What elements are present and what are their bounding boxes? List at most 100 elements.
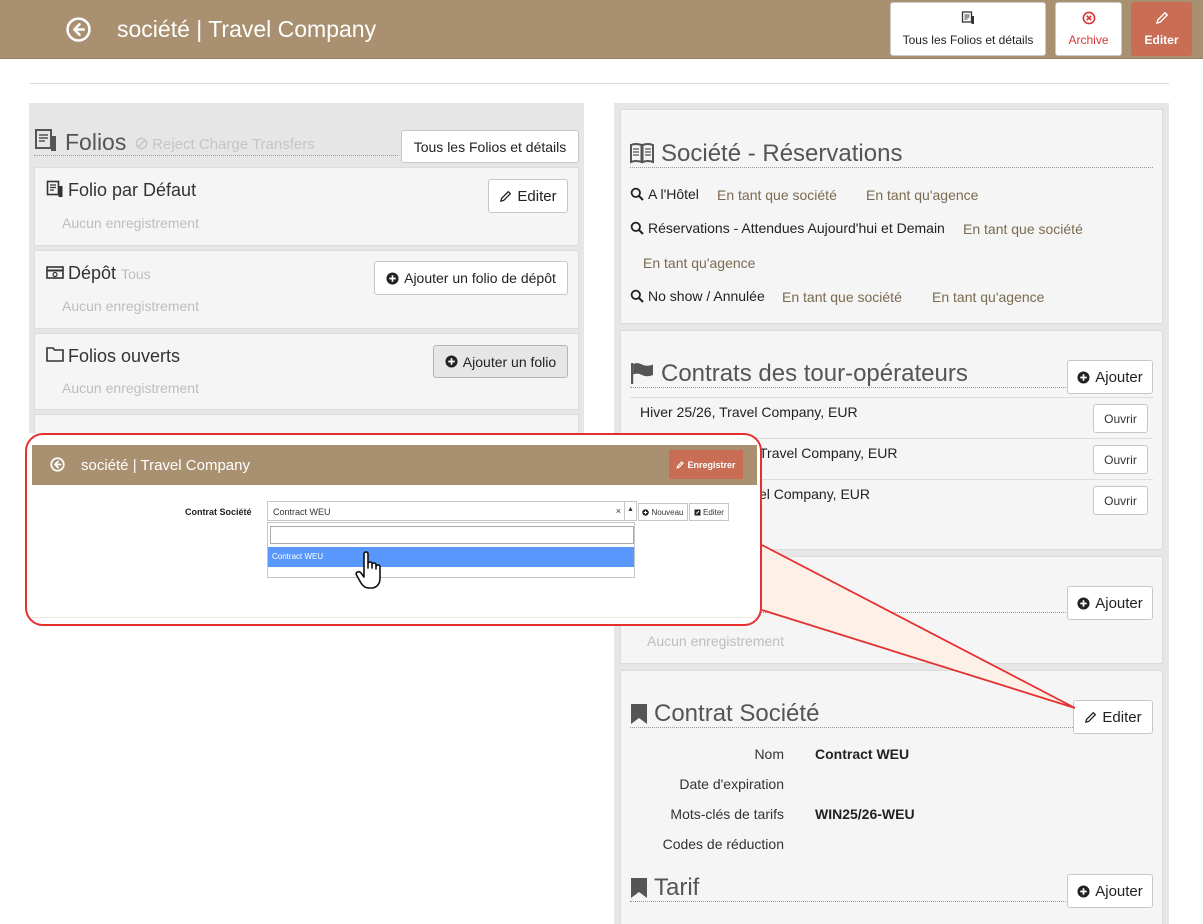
field-value-rate-keywords: WIN25/26-WEU bbox=[815, 806, 915, 822]
at-hotel-as-agency-link[interactable]: En tant qu'agence bbox=[866, 187, 978, 203]
edit-button[interactable]: Editer bbox=[1131, 2, 1192, 56]
default-folio-edit-button[interactable]: Editer bbox=[488, 179, 568, 213]
chevron-up-icon[interactable]: ▲ bbox=[624, 502, 636, 520]
dropdown-option[interactable]: Contract WEU bbox=[268, 547, 634, 567]
folios-title: Folios bbox=[65, 129, 127, 155]
callout-title: société | Travel Company bbox=[81, 457, 250, 474]
add-contract-label: Ajouter bbox=[1095, 368, 1143, 386]
reservations-header: Société - Réservations bbox=[630, 138, 1153, 168]
edit-contract-label: Editer bbox=[703, 507, 724, 517]
pencil-icon bbox=[1155, 11, 1168, 24]
add-deposit-folio-button[interactable]: Ajouter un folio de dépôt bbox=[374, 261, 568, 295]
add-folio-label: Ajouter un folio bbox=[462, 353, 557, 370]
dropdown-search-input[interactable] bbox=[270, 526, 634, 544]
all-folios-button[interactable]: Tous les Folios et détails bbox=[890, 2, 1046, 56]
closed-folios-panel bbox=[34, 414, 579, 434]
bookmark-icon bbox=[631, 878, 647, 898]
clear-icon[interactable]: × bbox=[616, 506, 621, 516]
edit-contract-button[interactable]: Editer bbox=[689, 503, 729, 521]
plus-circle-icon bbox=[1077, 596, 1090, 610]
company-contract-header: Contrat Société bbox=[630, 698, 1073, 728]
pencil-icon bbox=[1085, 711, 1097, 723]
company-contract-select[interactable]: Contract WEU × ▲ bbox=[267, 501, 637, 521]
add-hidden-label: Ajouter bbox=[1095, 594, 1143, 612]
add-contract-button[interactable]: Ajouter bbox=[1067, 360, 1153, 394]
contracts-header: Contrats des tour-opérateurs bbox=[630, 358, 1066, 388]
default-folio-title: Folio par Défaut bbox=[68, 180, 197, 200]
callout-header: société | Travel Company Enregistrer bbox=[32, 445, 757, 485]
book-icon bbox=[630, 143, 654, 164]
pencil-icon bbox=[500, 190, 512, 202]
add-hidden-button[interactable]: Ajouter bbox=[1067, 586, 1153, 620]
at-hotel-label: A l'Hôtel bbox=[648, 186, 699, 202]
page-title: société | Travel Company bbox=[117, 16, 377, 42]
add-deposit-label: Ajouter un folio de dépôt bbox=[404, 270, 556, 286]
deposit-subtitle: Tous bbox=[121, 266, 151, 282]
all-folios-details-button[interactable]: Tous les Folios et détails bbox=[401, 130, 579, 163]
hidden-empty: Aucun enregistrement bbox=[647, 633, 784, 649]
plus-circle-icon bbox=[1077, 884, 1090, 898]
archive-button[interactable]: Archive bbox=[1055, 2, 1122, 56]
expected-as-agency-link[interactable]: En tant qu'agence bbox=[643, 255, 755, 271]
field-value-name: Contract WEU bbox=[815, 746, 910, 762]
open-contract-button[interactable]: Ouvrir bbox=[1093, 445, 1148, 474]
company-contract-edit-button[interactable]: Editer bbox=[1073, 700, 1153, 734]
app-header: société | Travel Company Tous les Folios… bbox=[0, 0, 1203, 59]
back-circle-icon[interactable] bbox=[66, 17, 91, 42]
add-folio-button[interactable]: Ajouter un folio bbox=[433, 345, 568, 378]
expected-reservations-link[interactable]: Réservations - Attendues Aujourd'hui et … bbox=[630, 220, 945, 236]
at-hotel-as-company-link[interactable]: En tant que société bbox=[717, 187, 837, 203]
contract-text: Hiver 25/26, Travel Company, EUR bbox=[640, 404, 858, 420]
at-hotel-link[interactable]: A l'Hôtel bbox=[630, 186, 699, 202]
back-circle-icon[interactable] bbox=[50, 457, 65, 472]
expected-as-company-link[interactable]: En tant que société bbox=[963, 221, 1083, 237]
selected-value: Contract WEU bbox=[273, 507, 331, 517]
folio-icon bbox=[46, 180, 63, 197]
ban-icon bbox=[135, 137, 148, 150]
folio-icon bbox=[961, 11, 974, 24]
search-icon bbox=[630, 221, 644, 235]
reservations-title: Société - Réservations bbox=[661, 140, 903, 167]
folio-icon bbox=[35, 129, 56, 151]
company-contract-title: Contrat Société bbox=[654, 700, 820, 727]
hand-pointer-icon bbox=[355, 551, 381, 589]
edit-label: Editer bbox=[1144, 33, 1179, 47]
no-show-link[interactable]: No show / Annulée bbox=[630, 288, 765, 304]
plus-circle-icon bbox=[445, 355, 458, 368]
contract-row: Hiver 25/26, Travel Company, EUR Ouvrir bbox=[630, 397, 1153, 438]
expected-reservations-label: Réservations - Attendues Aujourd'hui et … bbox=[648, 220, 945, 236]
default-folio-edit-label: Editer bbox=[517, 187, 557, 205]
folder-icon bbox=[46, 347, 64, 362]
add-tarif-button[interactable]: Ajouter bbox=[1067, 874, 1153, 908]
hidden-header bbox=[717, 583, 1066, 613]
no-show-label: No show / Annulée bbox=[648, 288, 765, 304]
zoom-callout: société | Travel Company Enregistrer Con… bbox=[25, 433, 762, 626]
field-label-rate-keywords: Mots-clés de tarifs bbox=[670, 806, 784, 822]
pencil-icon bbox=[676, 460, 685, 469]
new-contract-button[interactable]: Nouveau bbox=[638, 503, 688, 521]
company-contract-field-label: Contrat Société bbox=[185, 507, 252, 517]
open-contract-button[interactable]: Ouvrir bbox=[1093, 486, 1148, 515]
plus-circle-icon bbox=[386, 271, 399, 285]
money-icon bbox=[46, 266, 64, 279]
deposit-title: Dépôt Tous bbox=[68, 263, 151, 284]
open-contract-button[interactable]: Ouvrir bbox=[1093, 404, 1148, 433]
all-folios-label: Tous les Folios et détails bbox=[902, 33, 1034, 47]
contracts-title: Contrats des tour-opérateurs bbox=[661, 360, 968, 387]
new-label: Nouveau bbox=[651, 507, 684, 517]
no-show-as-company-link[interactable]: En tant que société bbox=[782, 289, 902, 305]
tarif-title: Tarif bbox=[654, 874, 700, 901]
flag-icon bbox=[631, 363, 653, 384]
tarif-header: Tarif bbox=[630, 872, 1066, 902]
reject-charge-transfers: Reject Charge Transfers bbox=[135, 136, 315, 153]
no-show-as-agency-link[interactable]: En tant qu'agence bbox=[932, 289, 1044, 305]
plus-circle-icon bbox=[642, 508, 650, 516]
search-icon bbox=[630, 187, 644, 201]
save-button[interactable]: Enregistrer bbox=[669, 450, 743, 479]
folios-header: Folios Reject Charge Transfers bbox=[34, 126, 398, 156]
contract-dropdown: Contract WEU bbox=[267, 522, 635, 578]
contract-text: Travel Company, EUR bbox=[759, 445, 898, 461]
open-folios-empty: Aucun enregistrement bbox=[62, 380, 199, 396]
company-contract-edit-label: Editer bbox=[1102, 708, 1142, 726]
default-folio-empty: Aucun enregistrement bbox=[62, 215, 199, 231]
